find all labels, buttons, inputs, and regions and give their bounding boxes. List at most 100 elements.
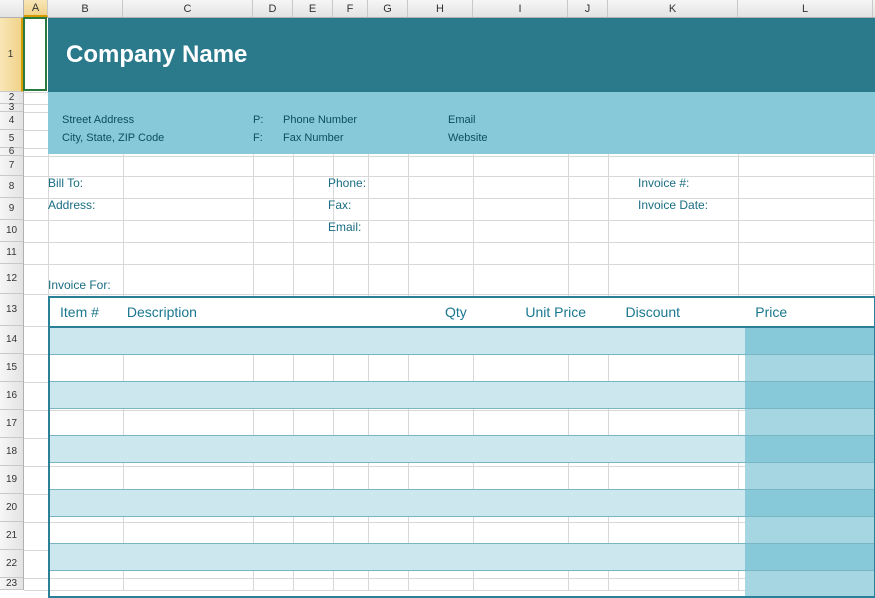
cell-price[interactable] [745, 327, 875, 354]
row-header-6[interactable]: 6 [0, 148, 23, 156]
row-header-21[interactable]: 21 [0, 522, 23, 550]
cell-description[interactable] [117, 516, 416, 543]
cell-price[interactable] [745, 381, 875, 408]
cell-qty[interactable] [416, 489, 496, 516]
email-label[interactable]: Email: [328, 220, 361, 234]
cell-price[interactable] [745, 543, 875, 570]
cell-discount[interactable] [616, 435, 746, 462]
cell-item[interactable] [49, 327, 117, 354]
cell-unit_price[interactable] [496, 543, 616, 570]
cell-qty[interactable] [416, 327, 496, 354]
header-price[interactable]: Price [745, 297, 875, 327]
company-banner[interactable]: Company Name [48, 18, 875, 92]
cell-item[interactable] [49, 516, 117, 543]
row-header-15[interactable]: 15 [0, 354, 23, 382]
cell-qty[interactable] [416, 570, 496, 597]
cell-item[interactable] [49, 570, 117, 597]
cell-unit_price[interactable] [496, 408, 616, 435]
col-header-C[interactable]: C [123, 0, 253, 17]
cell-price[interactable] [745, 408, 875, 435]
col-header-J[interactable]: J [568, 0, 608, 17]
header-discount[interactable]: Discount [616, 297, 746, 327]
cell-discount[interactable] [616, 408, 746, 435]
cell-item[interactable] [49, 354, 117, 381]
cell-unit_price[interactable] [496, 462, 616, 489]
cell-unit_price[interactable] [496, 489, 616, 516]
col-header-A[interactable]: A [24, 0, 48, 17]
cell-qty[interactable] [416, 516, 496, 543]
header-qty[interactable]: Qty [416, 297, 496, 327]
row-header-23[interactable]: 23 [0, 578, 23, 590]
cell-unit_price[interactable] [496, 516, 616, 543]
cell-qty[interactable] [416, 381, 496, 408]
cell-description[interactable] [117, 462, 416, 489]
cell-discount[interactable] [616, 462, 746, 489]
cell-item[interactable] [49, 543, 117, 570]
col-header-E[interactable]: E [293, 0, 333, 17]
cell-price[interactable] [745, 435, 875, 462]
select-all-corner[interactable] [0, 0, 24, 18]
phone-number[interactable]: Phone Number [283, 114, 357, 126]
cell-description[interactable] [117, 327, 416, 354]
cell-qty[interactable] [416, 543, 496, 570]
cell-qty[interactable] [416, 354, 496, 381]
cell-discount[interactable] [616, 327, 746, 354]
header-description[interactable]: Description [117, 297, 416, 327]
header-unit-price[interactable]: Unit Price [496, 297, 616, 327]
col-header-I[interactable]: I [473, 0, 568, 17]
cell-item[interactable] [49, 408, 117, 435]
cell-price[interactable] [745, 489, 875, 516]
row-header-12[interactable]: 12 [0, 264, 23, 294]
cell-qty[interactable] [416, 435, 496, 462]
cell-discount[interactable] [616, 489, 746, 516]
row-header-17[interactable]: 17 [0, 410, 23, 438]
cell-unit_price[interactable] [496, 381, 616, 408]
cell-description[interactable] [117, 570, 416, 597]
row-header-3[interactable]: 3 [0, 104, 23, 112]
header-item[interactable]: Item # [49, 297, 117, 327]
cell-unit_price[interactable] [496, 570, 616, 597]
cell-description[interactable] [117, 435, 416, 462]
cell-price[interactable] [745, 516, 875, 543]
bill-to-label[interactable]: Bill To: [48, 176, 83, 190]
invoice-for-label[interactable]: Invoice For: [48, 278, 111, 292]
cell-item[interactable] [49, 435, 117, 462]
row-header-16[interactable]: 16 [0, 382, 23, 410]
cell-item[interactable] [49, 462, 117, 489]
invoice-date-label[interactable]: Invoice Date: [638, 198, 708, 212]
cell-price[interactable] [745, 570, 875, 597]
col-header-D[interactable]: D [253, 0, 293, 17]
cell-unit_price[interactable] [496, 327, 616, 354]
cell-discount[interactable] [616, 570, 746, 597]
street-address[interactable]: Street Address [62, 114, 134, 126]
cell-description[interactable] [117, 489, 416, 516]
cell-discount[interactable] [616, 516, 746, 543]
row-header-18[interactable]: 18 [0, 438, 23, 466]
row-header-1[interactable]: 1 [0, 18, 23, 92]
cell-qty[interactable] [416, 462, 496, 489]
row-header-13[interactable]: 13 [0, 294, 23, 326]
row-header-11[interactable]: 11 [0, 242, 23, 264]
col-header-H[interactable]: H [408, 0, 473, 17]
cell-unit_price[interactable] [496, 435, 616, 462]
col-header-K[interactable]: K [608, 0, 738, 17]
cell-price[interactable] [745, 462, 875, 489]
cell-description[interactable] [117, 354, 416, 381]
company-website[interactable]: Website [448, 132, 488, 144]
cell-description[interactable] [117, 408, 416, 435]
col-header-F[interactable]: F [333, 0, 368, 17]
row-header-8[interactable]: 8 [0, 176, 23, 198]
cell-unit_price[interactable] [496, 354, 616, 381]
cell-discount[interactable] [616, 354, 746, 381]
row-header-7[interactable]: 7 [0, 156, 23, 176]
invoice-number-label[interactable]: Invoice #: [638, 176, 689, 190]
col-header-B[interactable]: B [48, 0, 123, 17]
cell-qty[interactable] [416, 408, 496, 435]
active-cell[interactable] [23, 17, 47, 91]
row-header-10[interactable]: 10 [0, 220, 23, 242]
cell-description[interactable] [117, 543, 416, 570]
fax-label[interactable]: Fax: [328, 198, 351, 212]
cell-item[interactable] [49, 381, 117, 408]
company-email[interactable]: Email [448, 114, 476, 126]
row-header-4[interactable]: 4 [0, 112, 23, 130]
